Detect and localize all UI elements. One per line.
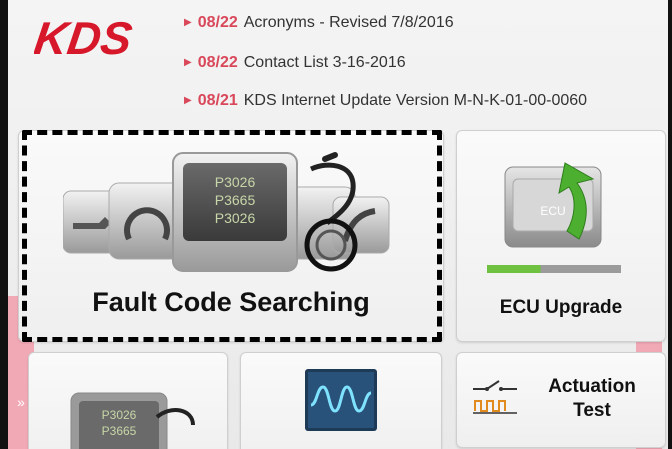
main-panel: KDS ▶ 08/22 Acronyms - Revised 7/8/2016 ▶ 0… — [8, 0, 668, 449]
ecu-upgrade-tile[interactable]: ECU ECU Upgrade — [456, 130, 666, 342]
switch-signal-icon — [473, 380, 517, 414]
screen: KDS ▶ 08/22 Acronyms - Revised 7/8/2016 ▶ 0… — [0, 0, 672, 449]
ecu-chip-text: ECU — [540, 204, 565, 218]
fault-code-text: P3665 — [102, 424, 137, 438]
logo-text: KDS — [34, 14, 136, 62]
bottom-left-tile[interactable]: P3026 P3665 — [28, 352, 228, 449]
news-date: 08/22 — [197, 14, 238, 31]
kds-logo: KDS — [34, 14, 136, 62]
engine-illustration: P3026 P3665 — [70, 392, 195, 449]
bullet-icon: ▶ — [184, 95, 192, 106]
actuation-test-tile[interactable]: Actuation Test — [456, 352, 666, 448]
bullet-icon: ▶ — [184, 57, 192, 68]
oscilloscope-tile[interactable] — [240, 352, 442, 449]
news-date: 08/22 — [197, 54, 238, 71]
ecu-upgrade-label: ECU Upgrade — [499, 297, 623, 318]
news-item[interactable]: ▶ 08/22 Contact List 3-16-2016 — [184, 54, 406, 72]
progress-fill — [487, 265, 541, 273]
highlight-box — [22, 130, 442, 342]
oscilloscope-icon — [305, 369, 377, 431]
news-text: KDS Internet Update Version M-N-K-01-00-… — [243, 92, 588, 109]
actuation-label-line1: Actuation — [548, 376, 636, 397]
news-item[interactable]: ▶ 08/21 KDS Internet Update Version M-N-K-… — [184, 92, 587, 110]
news-date: 08/21 — [197, 92, 238, 109]
actuation-label-line2: Test — [573, 400, 611, 421]
actuation-test-label: Actuation Test — [527, 375, 657, 423]
news-text: Contact List 3-16-2016 — [243, 54, 406, 71]
news-text: Acronyms - Revised 7/8/2016 — [243, 14, 454, 31]
fault-code-text: P3026 — [102, 408, 137, 422]
ecu-chip-illustration: ECU — [487, 162, 621, 273]
news-item[interactable]: ▶ 08/22 Acronyms - Revised 7/8/2016 — [184, 14, 454, 32]
bullet-icon: ▶ — [184, 17, 192, 28]
